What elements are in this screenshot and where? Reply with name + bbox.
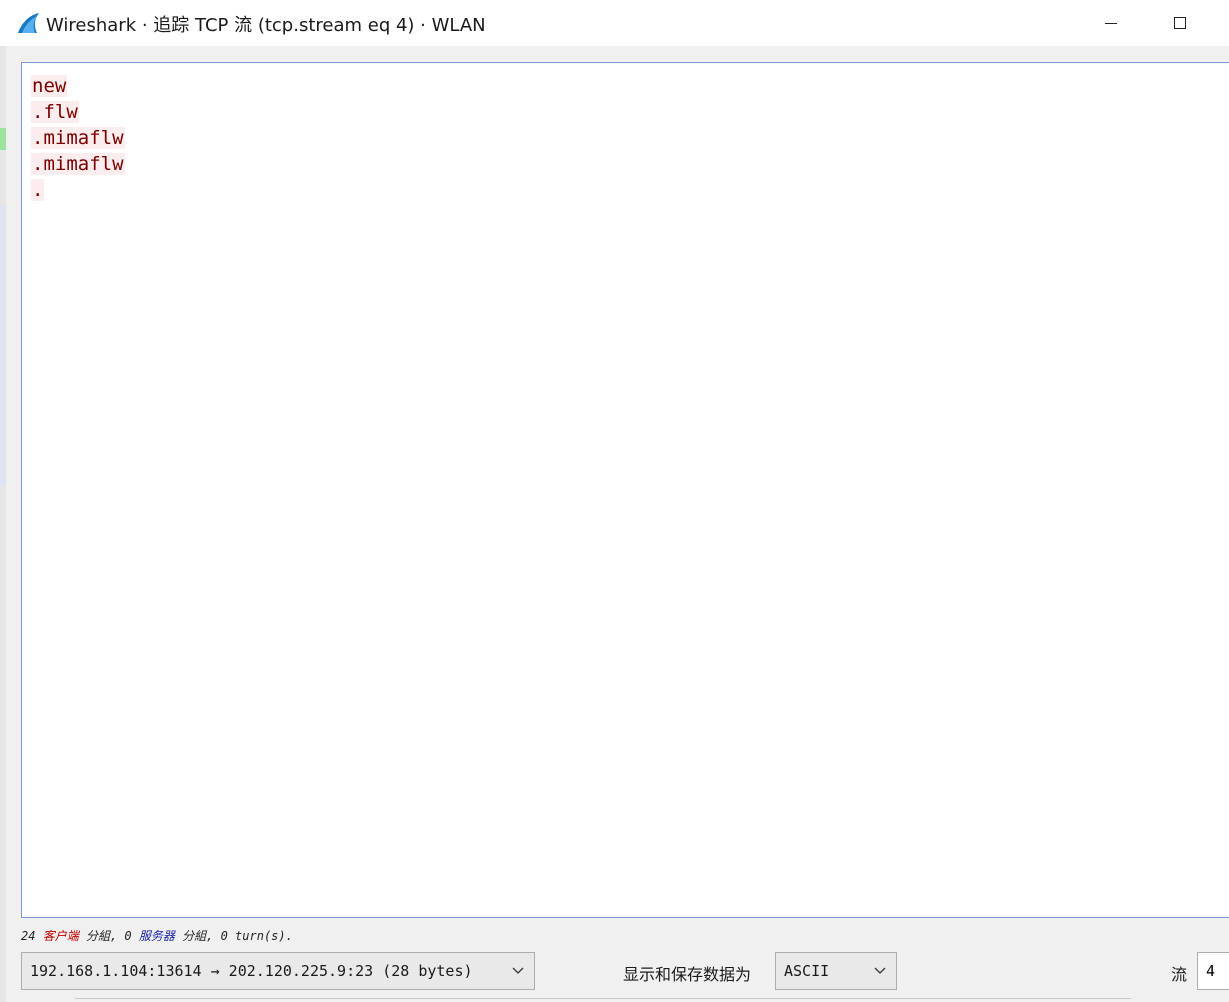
server-label: 服务器 bbox=[138, 929, 175, 943]
client-data-text: . bbox=[31, 179, 45, 201]
chevron-down-icon bbox=[874, 967, 886, 974]
client-data-text: .mimaflw bbox=[31, 127, 125, 149]
server-packet-count: 0 bbox=[124, 929, 132, 943]
maximize-button[interactable] bbox=[1157, 0, 1203, 46]
follow-tcp-stream-window: Wireshark · 追踪 TCP 流 (tcp.stream eq 4) ·… bbox=[0, 0, 1229, 1002]
stream-number-label: 流 bbox=[1171, 965, 1188, 984]
client-data-text: new bbox=[31, 75, 68, 97]
turn-count: 0 turn(s). bbox=[220, 929, 293, 943]
client-data-text: .mimaflw bbox=[31, 153, 125, 175]
title-bar[interactable]: Wireshark · 追踪 TCP 流 (tcp.stream eq 4) ·… bbox=[0, 0, 1229, 46]
client-label: 客户端 bbox=[42, 929, 79, 943]
stream-text: new .flw .mimaflw .mimaflw. bbox=[31, 73, 125, 203]
format-label: 显示和保存数据为 bbox=[623, 965, 752, 984]
chevron-down-icon bbox=[512, 967, 524, 974]
stream-line: . bbox=[31, 177, 125, 203]
format-select[interactable]: ASCII bbox=[775, 952, 897, 990]
minimize-icon bbox=[1105, 22, 1117, 24]
minimize-button[interactable] bbox=[1088, 0, 1134, 46]
format-select-value: ASCII bbox=[784, 962, 830, 980]
client-packet-count: 24 bbox=[21, 929, 36, 943]
maximize-icon bbox=[1174, 17, 1186, 29]
stream-number-value: 4 bbox=[1206, 962, 1216, 980]
stream-line: new bbox=[31, 73, 125, 99]
conversation-select-value: 192.168.1.104:13614 → 202.120.225.9:23 (… bbox=[30, 962, 473, 980]
conversation-select[interactable]: 192.168.1.104:13614 → 202.120.225.9:23 (… bbox=[21, 952, 535, 990]
stream-number-spinbox[interactable]: 4 bbox=[1197, 952, 1229, 990]
stream-line: .mimaflw bbox=[31, 151, 125, 177]
window-title: Wireshark · 追踪 TCP 流 (tcp.stream eq 4) ·… bbox=[46, 15, 486, 36]
divider bbox=[75, 998, 1131, 1002]
stream-status-line: 24 客户端 分組, 0 服务器 分組, 0 turn(s). bbox=[21, 927, 293, 944]
wireshark-fin-icon bbox=[18, 13, 39, 33]
packets-word: 分組, bbox=[182, 929, 214, 943]
stream-content-pane[interactable]: new .flw .mimaflw .mimaflw. bbox=[21, 62, 1229, 918]
client-data-text: .flw bbox=[31, 101, 79, 123]
background-window-edge bbox=[0, 46, 6, 1002]
packets-word: 分組, bbox=[85, 929, 118, 943]
stream-line: .mimaflw bbox=[31, 125, 125, 151]
stream-line: .flw bbox=[31, 99, 125, 125]
